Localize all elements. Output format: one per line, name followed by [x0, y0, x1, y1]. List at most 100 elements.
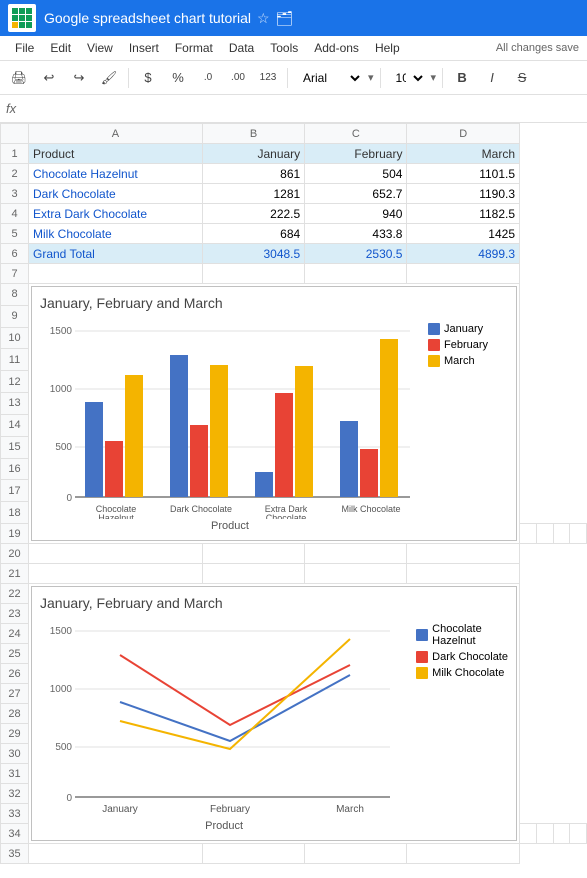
cell-d3[interactable]: 1190.3 — [407, 184, 520, 204]
legend-label-mc: Milk Chocolate — [432, 667, 504, 679]
cell-c3[interactable]: 652.7 — [305, 184, 407, 204]
cell-c7[interactable] — [305, 264, 407, 284]
cell-a35[interactable] — [29, 844, 203, 864]
redo-btn[interactable]: ↪ — [66, 65, 92, 91]
cell-c21[interactable] — [305, 564, 407, 584]
cell-b6[interactable]: 3048.5 — [202, 244, 304, 264]
menu-addons[interactable]: Add-ons — [307, 38, 366, 58]
formula-bar: fx — [0, 95, 587, 123]
legend-label-feb: February — [444, 339, 488, 351]
cell-b2[interactable]: 861 — [202, 164, 304, 184]
cell-b21[interactable] — [202, 564, 304, 584]
cell-a1[interactable]: Product — [29, 144, 203, 164]
svg-text:Milk Chocolate: Milk Chocolate — [341, 504, 400, 514]
svg-text:Dark Chocolate: Dark Chocolate — [170, 504, 232, 514]
cell-a4[interactable]: Extra Dark Chocolate — [29, 204, 203, 224]
font-family-select[interactable]: Arial — [294, 67, 364, 89]
cell-b19[interactable] — [536, 524, 553, 544]
menu-file[interactable]: File — [8, 38, 41, 58]
format-number-btn[interactable]: 123 — [255, 65, 281, 91]
row-num: 12 — [1, 371, 29, 393]
cell-b35[interactable] — [202, 844, 304, 864]
row-num: 33 — [1, 804, 29, 824]
cell-d2[interactable]: 1101.5 — [407, 164, 520, 184]
menu-help[interactable]: Help — [368, 38, 407, 58]
cell-a3[interactable]: Dark Chocolate — [29, 184, 203, 204]
print-btn[interactable]: 🖨 — [6, 65, 32, 91]
chart1-svg: 1500 1000 500 0 — [40, 319, 420, 519]
cell-c6[interactable]: 2530.5 — [305, 244, 407, 264]
col-header-c[interactable]: C — [305, 124, 407, 144]
cell-c19[interactable] — [553, 524, 570, 544]
row-num: 24 — [1, 624, 29, 644]
cell-a21[interactable] — [29, 564, 203, 584]
cell-b20[interactable] — [202, 544, 304, 564]
chart2-cell: January, February and March 1500 1000 50… — [29, 584, 520, 844]
star-icon[interactable]: ☆ — [257, 10, 270, 27]
cell-c34[interactable] — [553, 824, 570, 844]
cell-a7[interactable] — [29, 264, 203, 284]
cell-c35[interactable] — [305, 844, 407, 864]
cell-b34[interactable] — [536, 824, 553, 844]
menu-data[interactable]: Data — [222, 38, 261, 58]
menu-view[interactable]: View — [80, 38, 120, 58]
cell-a6[interactable]: Grand Total — [29, 244, 203, 264]
svg-text:0: 0 — [66, 793, 72, 804]
paint-format-btn[interactable]: 🖌 — [96, 65, 122, 91]
cell-a20[interactable] — [29, 544, 203, 564]
col-header-d[interactable]: D — [407, 124, 520, 144]
app-icon — [8, 4, 36, 32]
table-row: 6 Grand Total 3048.5 2530.5 4899.3 — [1, 244, 587, 264]
row-num: 3 — [1, 184, 29, 204]
percent-btn[interactable]: % — [165, 65, 191, 91]
cell-d21[interactable] — [407, 564, 520, 584]
folder-icon[interactable]: 🗂 — [276, 10, 294, 27]
menu-tools[interactable]: Tools — [263, 38, 305, 58]
cell-d5[interactable]: 1425 — [407, 224, 520, 244]
legend-item-dc: Dark Chocolate — [416, 651, 508, 663]
menu-format[interactable]: Format — [168, 38, 220, 58]
menu-insert[interactable]: Insert — [122, 38, 166, 58]
undo-btn[interactable]: ↩ — [36, 65, 62, 91]
cell-d19[interactable] — [570, 524, 587, 544]
cell-d4[interactable]: 1182.5 — [407, 204, 520, 224]
cell-d7[interactable] — [407, 264, 520, 284]
cell-c4[interactable]: 940 — [305, 204, 407, 224]
cell-b3[interactable]: 1281 — [202, 184, 304, 204]
cell-c20[interactable] — [305, 544, 407, 564]
row-num: 13 — [1, 393, 29, 415]
table-row: 4 Extra Dark Chocolate 222.5 940 1182.5 — [1, 204, 587, 224]
document-title: Google spreadsheet chart tutorial — [44, 10, 251, 26]
cell-c2[interactable]: 504 — [305, 164, 407, 184]
decimal-decrease-btn[interactable]: .0 — [195, 65, 221, 91]
cell-d6[interactable]: 4899.3 — [407, 244, 520, 264]
strikethrough-btn[interactable]: S — [509, 65, 535, 91]
menu-edit[interactable]: Edit — [43, 38, 78, 58]
cell-d1[interactable]: March — [407, 144, 520, 164]
cell-b1[interactable]: January — [202, 144, 304, 164]
cell-a5[interactable]: Milk Chocolate — [29, 224, 203, 244]
italic-btn[interactable]: I — [479, 65, 505, 91]
cell-a19[interactable] — [520, 524, 537, 544]
col-header-b[interactable]: B — [202, 124, 304, 144]
table-row: 2 Chocolate Hazelnut 861 504 1101.5 — [1, 164, 587, 184]
chart2-svg-wrap: 1500 1000 500 0 — [40, 619, 408, 832]
col-header-a[interactable]: A — [29, 124, 203, 144]
cell-b4[interactable]: 222.5 — [202, 204, 304, 224]
formula-input[interactable] — [22, 102, 581, 116]
cell-a2[interactable]: Chocolate Hazelnut — [29, 164, 203, 184]
chart1-title: January, February and March — [40, 295, 508, 311]
svg-text:1500: 1500 — [50, 326, 73, 337]
cell-b5[interactable]: 684 — [202, 224, 304, 244]
bold-btn[interactable]: B — [449, 65, 475, 91]
cell-d34[interactable] — [570, 824, 587, 844]
cell-c1[interactable]: February — [305, 144, 407, 164]
currency-btn[interactable]: $ — [135, 65, 161, 91]
font-size-select[interactable]: 10 — [387, 67, 427, 89]
cell-d20[interactable] — [407, 544, 520, 564]
cell-c5[interactable]: 433.8 — [305, 224, 407, 244]
cell-a34[interactable] — [520, 824, 537, 844]
cell-d35[interactable] — [407, 844, 520, 864]
cell-b7[interactable] — [202, 264, 304, 284]
decimal-increase-btn[interactable]: .00 — [225, 65, 251, 91]
